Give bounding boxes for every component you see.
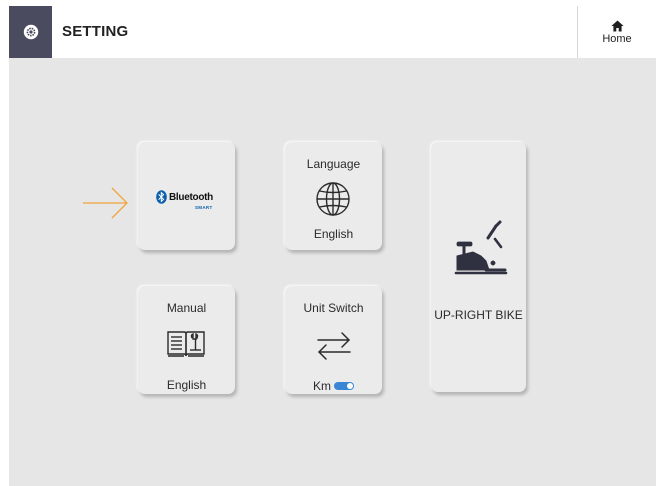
settings-tab[interactable] [9,6,52,58]
unit-toggle[interactable] [334,382,354,390]
language-title: Language [306,157,361,171]
page-title: SETTING [62,23,129,40]
header-bar: SETTING Home [9,6,656,58]
unit-switch-title: Unit Switch [303,301,364,315]
bluetooth-brand: Bluetooth [169,191,213,203]
upright-bike-tile[interactable]: UP-RIGHT BIKE [431,142,526,392]
home-button[interactable]: Home [577,6,656,58]
settings-screen: SETTING Home Bluetooth SMART Language En… [9,6,656,486]
home-label: Home [602,32,632,45]
bluetooth-icon [156,190,167,204]
bluetooth-logo: Bluetooth [156,190,215,204]
arrow-right-icon [83,187,128,219]
manual-book-icon [167,331,205,357]
manual-title: Manual [166,301,207,315]
globe-icon [316,182,350,216]
unit-toggle-knob [347,383,353,389]
unit-switch-tile[interactable]: Unit Switch Km [285,286,382,394]
gear-icon [23,24,38,40]
unit-switch-row: Km [285,379,382,393]
language-tile[interactable]: Language English [285,142,382,250]
machine-label: UP-RIGHT BIKE [434,308,523,322]
upright-bike-icon [454,220,508,275]
manual-value: English [166,378,207,392]
bluetooth-smart-label: SMART [195,205,213,210]
unit-value: Km [313,379,331,393]
manual-tile[interactable]: Manual English [138,286,235,394]
home-icon [610,20,624,31]
language-value: English [313,227,354,241]
bluetooth-tile[interactable]: Bluetooth SMART [138,142,235,250]
swap-arrows-icon [317,332,351,360]
